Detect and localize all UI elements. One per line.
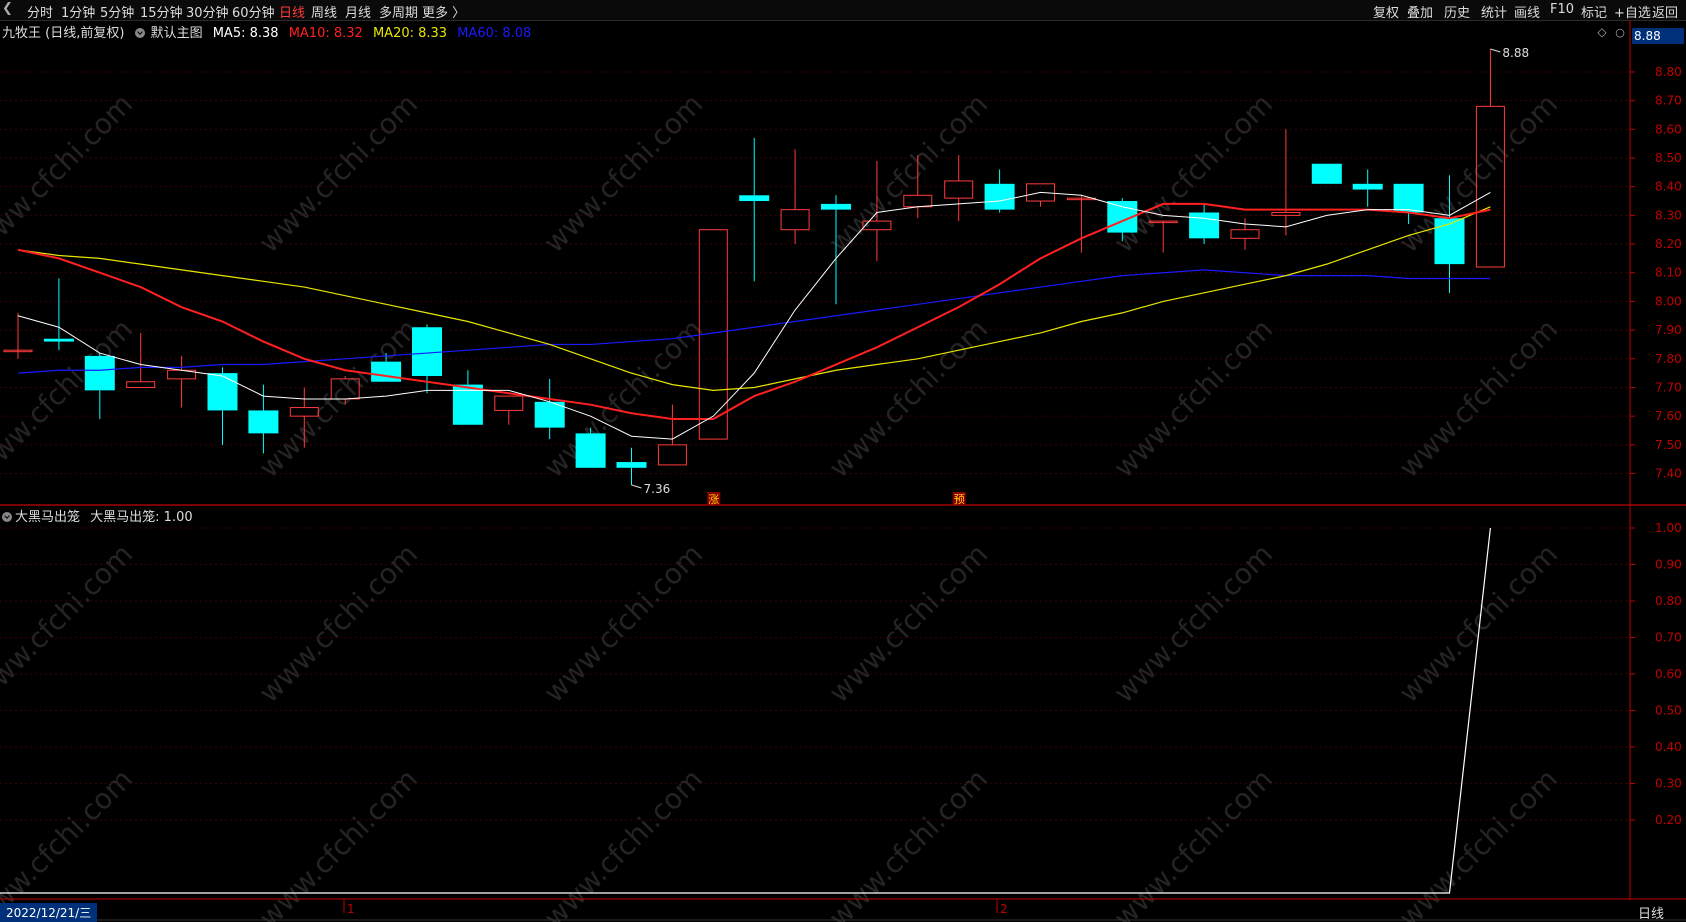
y-tick-label: 7.60 bbox=[1655, 409, 1682, 423]
watermark-text: www.cfchi.com bbox=[822, 312, 994, 484]
month-label: 1 bbox=[347, 902, 355, 916]
candle-body-up bbox=[944, 180, 974, 199]
candle-body-down bbox=[412, 327, 442, 376]
watermark-text: www.cfchi.com bbox=[537, 312, 709, 484]
low-pointer bbox=[631, 484, 642, 489]
watermark-text: www.cfchi.com bbox=[1392, 537, 1564, 709]
watermark-text: www.cfchi.com bbox=[252, 312, 424, 484]
candle-body-down bbox=[984, 183, 1015, 210]
watermark-text: www.cfchi.com bbox=[1107, 312, 1279, 484]
candle-body-down bbox=[1393, 183, 1424, 213]
circle-icon: ○ bbox=[1615, 26, 1625, 39]
candle-body-up bbox=[657, 444, 687, 466]
signal-marker-text: 涨 bbox=[708, 493, 719, 506]
candle-body-up bbox=[126, 381, 156, 388]
sub-y-tick-label: 1.00 bbox=[1655, 521, 1682, 535]
candle-body-down bbox=[821, 203, 851, 210]
candle-body-down bbox=[1434, 218, 1465, 265]
y-tick-label: 7.50 bbox=[1655, 438, 1682, 452]
candle-body-up bbox=[494, 395, 524, 411]
watermark-text: www.cfchi.com bbox=[252, 537, 424, 709]
sub-y-tick-label: 0.30 bbox=[1655, 777, 1682, 791]
y-tick-label: 7.80 bbox=[1655, 352, 1682, 366]
candle-body-up bbox=[903, 194, 933, 208]
low-label: 7.36 bbox=[644, 482, 671, 496]
candle-body-down bbox=[575, 433, 606, 468]
watermark-text: www.cfchi.com bbox=[1107, 762, 1279, 922]
sub-y-tick-label: 0.90 bbox=[1655, 558, 1682, 572]
candle-body-down bbox=[371, 361, 402, 382]
watermark-text: www.cfchi.com bbox=[0, 312, 139, 484]
high-label: 8.88 bbox=[1502, 46, 1529, 60]
candle-body-down bbox=[1311, 163, 1342, 184]
candle-body-down bbox=[1352, 183, 1383, 190]
kline-chart[interactable]: www.cfchi.com www.cfchi.com www.cfchi.com w… bbox=[0, 0, 1686, 922]
candle-body-up bbox=[780, 209, 810, 231]
candle-body-down bbox=[616, 462, 647, 468]
candle-body-down bbox=[43, 338, 74, 342]
watermark-text: www.cfchi.com bbox=[822, 762, 994, 922]
watermark-text: www.cfchi.com bbox=[1392, 762, 1564, 922]
watermark-text: www.cfchi.com bbox=[537, 762, 709, 922]
candle-body-down bbox=[84, 355, 115, 391]
period-footer: 日线 bbox=[1637, 907, 1664, 922]
sub-y-tick-label: 0.20 bbox=[1655, 813, 1682, 827]
watermark-text: www.cfchi.com bbox=[252, 87, 424, 259]
candle-body-down bbox=[739, 195, 770, 202]
watermark-text: www.cfchi.com bbox=[537, 537, 709, 709]
candle-body-up bbox=[1230, 229, 1260, 239]
watermark-text: www.cfchi.com bbox=[252, 762, 424, 922]
watermark-text: www.cfchi.com bbox=[822, 87, 994, 259]
y-tick-label: 8.80 bbox=[1655, 65, 1682, 79]
y-tick-label: 7.90 bbox=[1655, 323, 1682, 337]
month-label: 2 bbox=[1000, 902, 1008, 916]
high-pointer bbox=[1490, 48, 1501, 53]
y-tick-label: 7.40 bbox=[1655, 467, 1682, 481]
watermark-text: www.cfchi.com bbox=[1392, 312, 1564, 484]
watermark-text: www.cfchi.com bbox=[0, 87, 139, 259]
watermark-text: www.cfchi.com bbox=[822, 537, 994, 709]
y-tick-label: 7.70 bbox=[1655, 380, 1682, 394]
sub-y-tick-label: 0.60 bbox=[1655, 667, 1682, 681]
ma60-line bbox=[17, 269, 1491, 374]
y-tick-label: 8.60 bbox=[1655, 122, 1682, 136]
y-tick-label: 8.40 bbox=[1655, 180, 1682, 194]
watermark-text: www.cfchi.com bbox=[537, 87, 709, 259]
signal-marker-text: 预 bbox=[954, 493, 965, 506]
y-tick-label: 8.70 bbox=[1655, 94, 1682, 108]
sub-y-tick-label: 0.50 bbox=[1655, 704, 1682, 718]
y-tick-label: 8.00 bbox=[1655, 294, 1682, 308]
candle-body-down bbox=[248, 410, 279, 434]
sub-y-tick-label: 0.80 bbox=[1655, 594, 1682, 608]
y-tick-label: 8.10 bbox=[1655, 266, 1682, 280]
sub-y-tick-label: 0.40 bbox=[1655, 740, 1682, 754]
candle-body-up bbox=[1271, 212, 1301, 216]
y-tick-label: 8.30 bbox=[1655, 208, 1682, 222]
watermark-text: www.cfchi.com bbox=[1392, 87, 1564, 259]
watermark-text: www.cfchi.com bbox=[0, 762, 139, 922]
diamond-icon: ◇ bbox=[1597, 25, 1607, 39]
crosshair-date: 2022/12/21/三 bbox=[0, 903, 98, 922]
watermark-text: www.cfchi.com bbox=[1107, 537, 1279, 709]
watermark-text: www.cfchi.com bbox=[0, 537, 139, 709]
y-tick-label: 8.50 bbox=[1655, 151, 1682, 165]
candle-body-down bbox=[207, 373, 238, 411]
candle-body-down bbox=[1189, 212, 1220, 239]
sub-y-tick-label: 0.70 bbox=[1655, 631, 1682, 645]
y-tick-label: 8.20 bbox=[1655, 237, 1682, 251]
